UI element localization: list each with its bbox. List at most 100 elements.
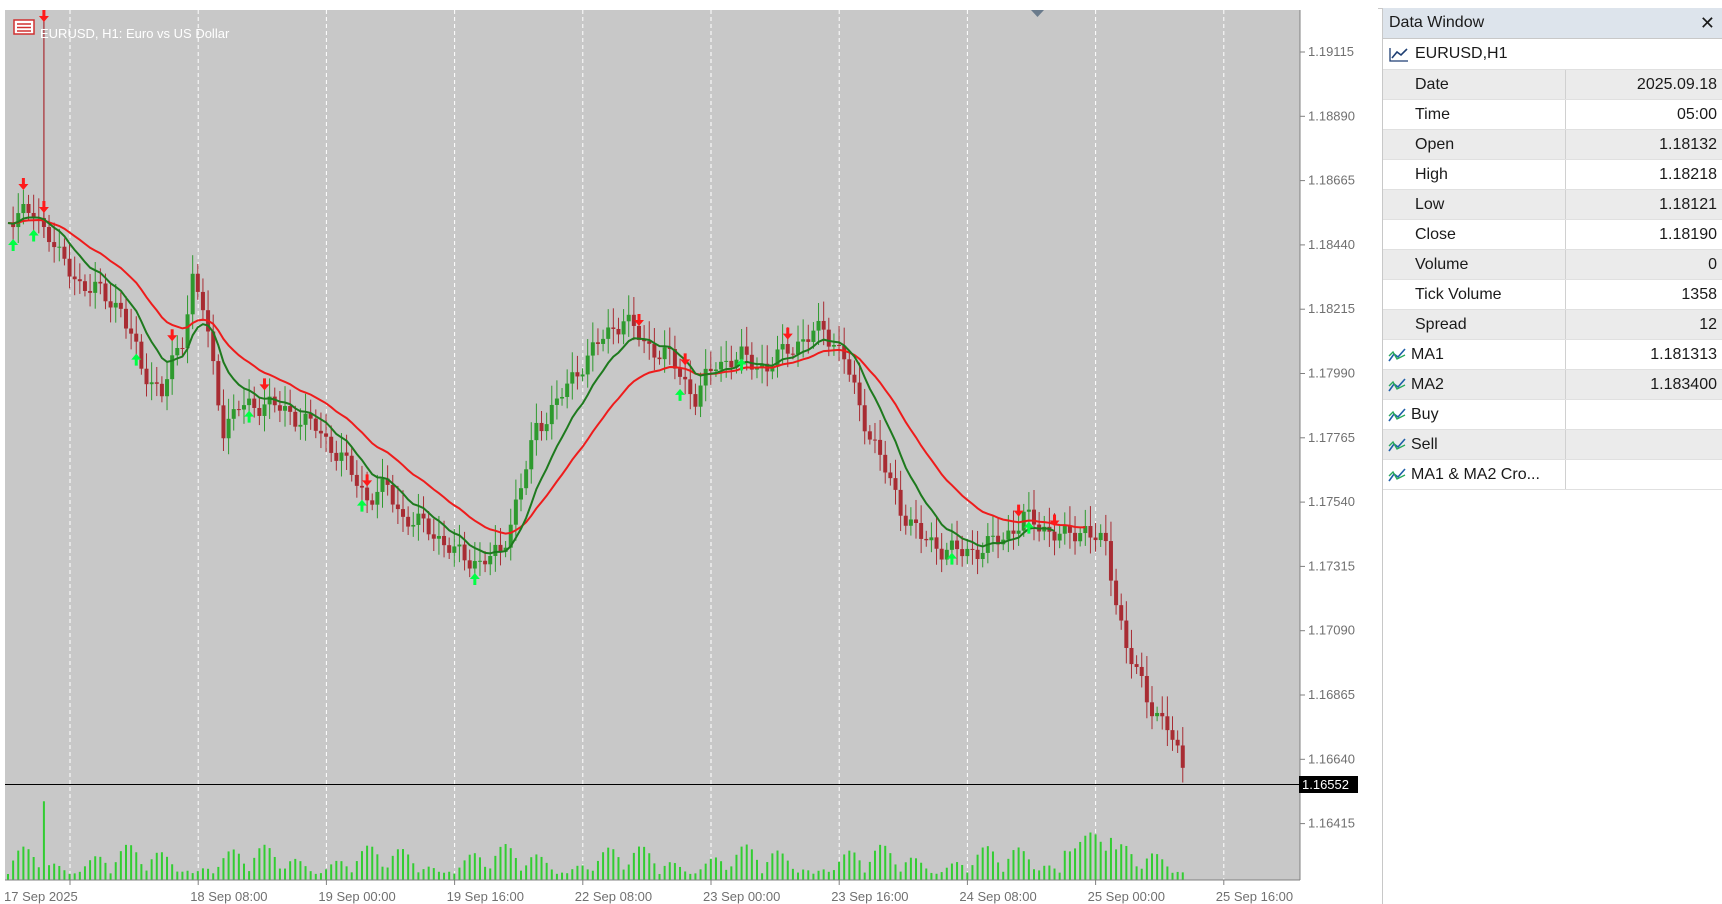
volume-bar	[1145, 858, 1148, 880]
volume-bar	[745, 844, 748, 880]
candle-body	[611, 327, 616, 329]
candle-body	[82, 281, 87, 291]
data-window-row-ma1-ma2-cro[interactable]: MA1 & MA2 Cro...	[1383, 460, 1722, 490]
volume-bar	[668, 862, 671, 880]
volume-bar	[422, 869, 425, 880]
candle-body	[88, 290, 93, 293]
data-window-row-time[interactable]: Time 05:00	[1383, 100, 1722, 130]
volume-bar	[848, 850, 851, 880]
data-window-key-label: Close	[1415, 225, 1456, 243]
data-window-row-open[interactable]: Open 1.18132	[1383, 130, 1722, 160]
candle-body	[688, 379, 693, 395]
volume-bar	[596, 860, 599, 880]
data-window-value: 1.18121	[1659, 195, 1717, 213]
volume-bar	[176, 871, 179, 880]
volume-bar	[1084, 835, 1087, 880]
volume-bar	[704, 863, 707, 880]
data-window-row-ma2[interactable]: MA2 1.183400	[1383, 370, 1722, 400]
data-window-row-tick-volume[interactable]: Tick Volume 1358	[1383, 280, 1722, 310]
candle-body	[601, 338, 606, 344]
volume-bar	[99, 856, 102, 880]
volume-bar	[689, 873, 692, 880]
indicator-icon	[1383, 407, 1411, 423]
candle-body	[790, 353, 795, 355]
candle-body	[519, 488, 523, 500]
chart-canvas[interactable]: 1.19115 1.18890 1.18665 1.18440 1.18215 1.179…	[0, 8, 1378, 904]
candle-body	[93, 281, 98, 293]
candle-body	[216, 361, 221, 406]
data-window-row-close[interactable]: Close 1.18190	[1383, 220, 1722, 250]
chart-bars-icon[interactable]	[13, 19, 35, 35]
data-window-row-buy[interactable]: Buy	[1383, 400, 1722, 430]
volume-bar	[325, 869, 328, 880]
data-window-key: MA2	[1383, 370, 1566, 399]
price-tick-label: 1.18665	[1308, 173, 1355, 188]
data-window-key-label: Buy	[1411, 405, 1439, 423]
data-window-row-spread[interactable]: Spread 12	[1383, 310, 1722, 340]
volume-bar	[761, 873, 764, 880]
candle-body	[47, 227, 52, 243]
volume-bar	[915, 858, 918, 880]
candle-body	[1098, 532, 1103, 541]
time-tick-label: 17 Sep 2025	[4, 889, 78, 904]
volume-bar	[89, 860, 92, 880]
volume-bar	[1007, 858, 1010, 880]
data-window-row-high[interactable]: High 1.18218	[1383, 160, 1722, 190]
candle-body	[683, 376, 688, 380]
price-tick-label: 1.17765	[1308, 430, 1355, 445]
volume-bar	[843, 854, 846, 880]
price-chart[interactable]: 1.19115 1.18890 1.18665 1.18440 1.18215 1.179…	[0, 8, 1378, 904]
volume-bar	[284, 868, 287, 880]
volume-bar	[720, 861, 723, 880]
volume-bar	[7, 874, 9, 880]
volume-bar	[817, 870, 820, 880]
plot-area[interactable]	[5, 10, 1300, 880]
data-window-key: Spread	[1383, 310, 1566, 339]
candle-body	[103, 283, 108, 302]
volume-bar	[1048, 865, 1051, 880]
price-axis: 1.19115 1.18890 1.18665 1.18440 1.18215 1.179…	[1300, 44, 1355, 831]
candle-body	[318, 430, 323, 434]
data-window-row-volume[interactable]: Volume 0	[1383, 250, 1722, 280]
volume-bar	[412, 863, 415, 880]
volume-bar	[1130, 854, 1133, 880]
data-window-row-sell[interactable]: Sell	[1383, 430, 1722, 460]
volume-bar	[186, 870, 189, 880]
candle-body	[406, 516, 411, 527]
candle-body	[1155, 712, 1160, 717]
candle-body	[144, 368, 149, 385]
time-tick-label: 25 Sep 00:00	[1088, 889, 1165, 904]
volume-bar	[478, 857, 481, 880]
volume-bar	[550, 869, 553, 880]
close-icon[interactable]: ✕	[1700, 13, 1715, 34]
data-window-row-ma1[interactable]: MA1 1.181313	[1383, 340, 1722, 370]
volume-bar	[755, 859, 758, 880]
volume-bar	[253, 857, 256, 880]
candle-body	[395, 504, 400, 510]
candle-body	[698, 385, 703, 407]
data-window-row-date[interactable]: Date 2025.09.18	[1383, 70, 1722, 100]
volume-bar	[237, 853, 240, 880]
volume-bar	[1171, 872, 1174, 880]
volume-bar	[961, 864, 964, 880]
data-window-symbol-row[interactable]: EURUSD,H1	[1383, 39, 1722, 70]
data-window-row-low[interactable]: Low 1.18121	[1383, 190, 1722, 220]
volume-bar	[894, 864, 897, 880]
candle-body	[175, 347, 180, 356]
candle-body	[724, 360, 729, 362]
candle-body	[565, 383, 570, 397]
candle-body	[590, 342, 595, 356]
candle-body	[919, 523, 924, 539]
time-tick-label: 22 Sep 08:00	[575, 889, 652, 904]
volume-bar	[1079, 841, 1082, 880]
candle-body	[949, 540, 954, 550]
volume-bar	[360, 851, 363, 880]
candle-body	[1032, 509, 1036, 525]
volume-bar	[119, 851, 122, 880]
candle-body	[159, 383, 164, 397]
candle-body	[488, 555, 493, 565]
volume-bar	[673, 863, 676, 880]
candle-body	[1175, 739, 1180, 746]
volume-bar	[956, 862, 959, 880]
candle-body	[200, 291, 205, 311]
